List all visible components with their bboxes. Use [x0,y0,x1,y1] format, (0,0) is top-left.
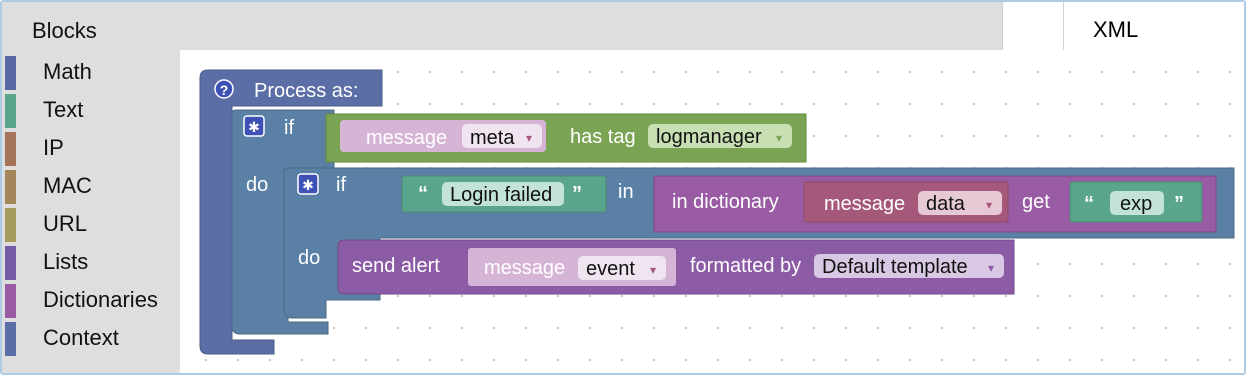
svg-text:✱: ✱ [248,119,260,135]
category-color-bar [5,132,16,166]
svg-text:message: message [366,127,447,149]
svg-text:event: event [586,258,635,280]
category-color-bar [5,94,16,128]
editor-frame: Blocks XML Math Text IP MAC URL Lists Dictiona… [0,0,1246,375]
toolbox-category[interactable]: IP [2,132,180,166]
toolbox-category[interactable]: MAC [2,170,180,204]
svg-text:“: “ [418,183,428,205]
category-color-bar [5,170,16,204]
svg-text:▾: ▾ [650,263,656,277]
send-alert-label: send alert [352,255,440,277]
svg-text:message: message [484,257,565,279]
in-label: in [618,181,634,203]
svg-text:✱: ✱ [302,177,314,193]
svg-text:data: data [926,193,966,215]
svg-text:exp: exp [1120,193,1152,215]
blockly-workspace[interactable]: ? Process as: ✱ if do message meta ▾ has… [180,50,1244,373]
category-label: MAC [43,173,92,198]
category-label: Math [43,59,92,84]
toolbox: Math Text IP MAC URL Lists Dictionaries Context [2,50,180,373]
tab-spacer [1002,2,1063,50]
has-tag-block[interactable]: message meta ▾ has tag logmanager ▾ [325,113,807,163]
category-label: Text [43,97,84,122]
svg-text:logmanager: logmanager [656,126,762,148]
formatted-by-label: formatted by [690,255,801,277]
svg-text:message: message [824,193,905,215]
block-canvas: ? Process as: ✱ if do message meta ▾ has… [199,69,1235,355]
svg-text:▾: ▾ [776,131,782,145]
svg-text:▾: ▾ [526,131,532,145]
svg-text:▾: ▾ [988,261,994,275]
tab-blocks[interactable]: Blocks [32,2,97,50]
svg-text:meta: meta [470,127,515,149]
svg-text:Login failed: Login failed [450,184,552,206]
send-alert-block[interactable]: send alert message event ▾ formatted by … [337,239,1015,295]
do-label-inner: do [298,247,320,269]
get-label: get [1022,191,1050,213]
in-dictionary-label: in dictionary [672,191,779,213]
category-color-bar [5,208,16,242]
svg-text:▾: ▾ [986,198,992,212]
toolbox-category[interactable]: Context [2,322,180,356]
svg-text:”: ” [572,183,582,205]
process-as-label: Process as: [254,80,358,102]
toolbox-category[interactable]: Text [2,94,180,128]
category-color-bar [5,284,16,318]
tab-bar: Blocks XML [2,2,1244,50]
if-label-inner: if [336,174,346,196]
do-label: do [246,174,268,196]
category-color-bar [5,56,16,90]
toolbox-category[interactable]: URL [2,208,180,242]
category-color-bar [5,322,16,356]
category-color-bar [5,246,16,280]
svg-text:Default template: Default template [822,256,968,278]
category-label: URL [43,211,88,236]
category-label: Context [43,325,119,350]
if-label: if [284,117,294,139]
has-tag-label: has tag [570,126,636,148]
text-login-failed-block[interactable]: “ Login failed ” [401,175,607,213]
svg-text:?: ? [220,82,229,98]
svg-text:”: ” [1174,193,1184,215]
toolbox-category[interactable]: Lists [2,246,180,280]
category-label: IP [43,135,64,160]
toolbox-category[interactable]: Math [2,56,180,90]
tab-xml[interactable]: XML [1063,2,1244,50]
category-label: Dictionaries [43,287,158,312]
toolbox-category[interactable]: Dictionaries [2,284,180,318]
category-label: Lists [43,249,89,274]
in-dictionary-block[interactable]: in dictionary message data ▾ get “ exp ” [653,175,1217,233]
svg-text:“: “ [1084,193,1094,215]
